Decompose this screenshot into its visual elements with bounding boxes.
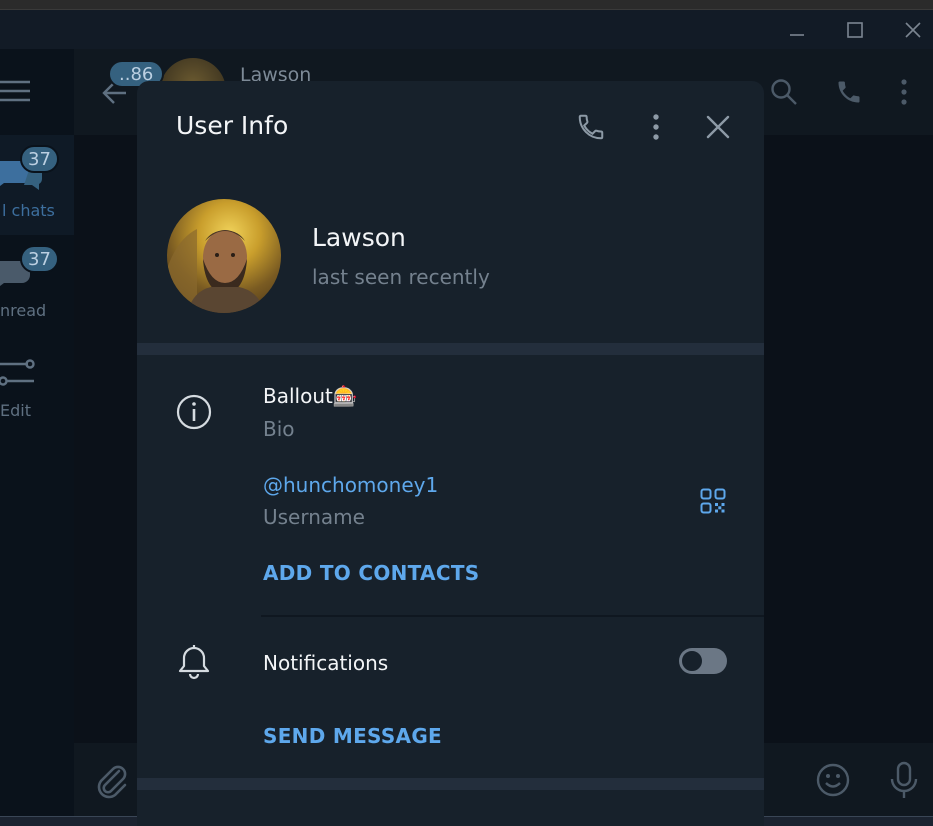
folder-unread[interactable]: 37 nread	[0, 235, 74, 335]
toggle-knob	[680, 649, 704, 673]
minimize-icon	[790, 33, 804, 36]
chat-call-button[interactable]	[835, 78, 863, 110]
bio-label: Bio	[263, 417, 295, 441]
smile-icon	[816, 763, 850, 797]
more-vertical-icon	[653, 114, 659, 140]
chat-search-button[interactable]	[770, 78, 798, 110]
add-to-contacts-button[interactable]: ADD TO CONTACTS	[263, 561, 479, 585]
qr-code-icon	[700, 488, 726, 514]
info-icon	[175, 393, 213, 435]
folder-edit[interactable]: Edit	[0, 335, 74, 435]
phone-icon	[578, 114, 604, 140]
notifications-label: Notifications	[263, 651, 389, 675]
username-value[interactable]: @hunchomoney1	[263, 473, 438, 497]
folder-label: l chats	[2, 201, 55, 220]
chat-more-button[interactable]	[894, 78, 914, 110]
bio-value: Ballout🎰	[263, 384, 358, 408]
paperclip-icon	[97, 765, 127, 799]
dialog-title: User Info	[176, 111, 289, 140]
dialog-header: User Info	[137, 81, 764, 173]
voice-message-button[interactable]	[888, 760, 920, 804]
more-options-button[interactable]	[634, 105, 678, 149]
user-info-dialog: User Info Lawson last seen recently Ball…	[137, 81, 764, 826]
close-window-button[interactable]	[893, 10, 933, 49]
sliders-icon	[0, 359, 35, 386]
send-message-button[interactable]: SEND MESSAGE	[263, 724, 442, 748]
maximize-icon	[847, 21, 863, 38]
minimize-button[interactable]	[777, 10, 817, 49]
folder-unread-badge: 37	[20, 145, 59, 173]
notifications-toggle[interactable]	[679, 648, 727, 674]
maximize-button[interactable]	[835, 10, 875, 49]
folder-all-chats[interactable]: 37 l chats	[0, 135, 74, 235]
attach-button[interactable]	[95, 763, 129, 803]
phone-icon	[838, 81, 860, 103]
close-icon	[706, 115, 730, 139]
bell-icon	[177, 644, 211, 684]
main-menu-button[interactable]	[0, 72, 34, 112]
close-window-icon	[905, 21, 921, 38]
microphone-icon	[890, 761, 918, 798]
avatar[interactable]	[167, 199, 281, 313]
last-seen-status: last seen recently	[312, 265, 490, 289]
folder-label: nread	[0, 301, 47, 320]
folder-unread-badge: 37	[20, 245, 59, 273]
username-label: Username	[263, 505, 365, 529]
more-vertical-icon	[901, 79, 907, 105]
profile-photo-icon	[167, 229, 265, 313]
section-separator	[137, 778, 764, 790]
telegram-window: 37 l chats 37 nread Edit ..86 Lawson Use…	[0, 0, 933, 826]
folder-label: Edit	[0, 401, 31, 420]
os-top-strip	[0, 0, 933, 10]
close-dialog-button[interactable]	[696, 105, 740, 149]
profile-section: Lawson last seen recently	[137, 173, 764, 343]
emoji-button[interactable]	[815, 762, 851, 802]
qr-code-button[interactable]	[693, 481, 733, 521]
call-button[interactable]	[569, 105, 613, 149]
hamburger-icon	[0, 80, 30, 102]
profile-name: Lawson	[312, 223, 406, 252]
divider	[261, 615, 764, 617]
search-icon	[771, 79, 797, 105]
section-separator	[137, 343, 764, 355]
